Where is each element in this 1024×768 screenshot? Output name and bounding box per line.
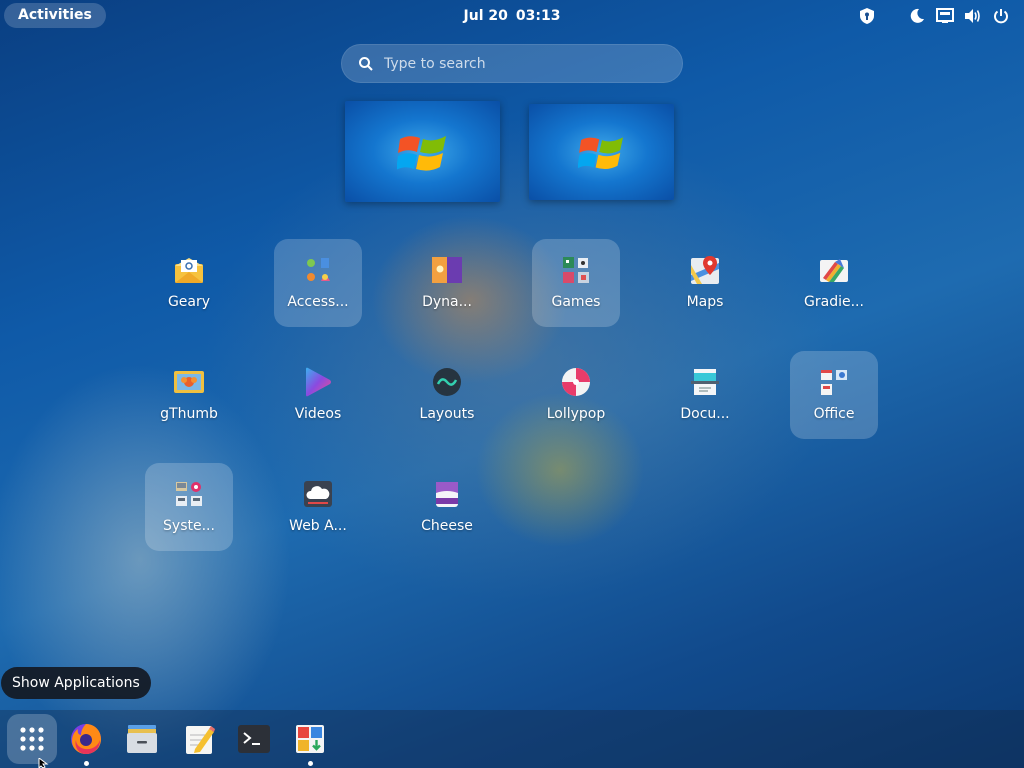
videos-icon [302,366,334,398]
text-editor-icon [186,726,215,754]
app-label: Videos [294,406,342,422]
dynamic-wallpaper-icon [431,254,463,286]
web-apps-icon [302,478,334,510]
files-icon [127,725,157,753]
dock-files[interactable] [117,714,167,764]
show-applications-button[interactable] [7,714,57,764]
workspace-thumbnail-1[interactable] [345,101,500,202]
running-indicator [307,761,313,766]
geary-icon [173,254,205,286]
app-label: Geary [167,294,211,310]
document-scanner-icon [689,366,721,398]
app-label: Cheese [421,518,473,534]
app-dynamic-wallpaper[interactable]: Dyna... [403,239,491,327]
folder-accessories[interactable]: Access... [274,239,362,327]
app-label: Web A... [289,518,347,534]
maps-icon [689,254,721,286]
app-geary[interactable]: Geary [145,239,233,327]
app-gthumb[interactable]: gThumb [145,351,233,439]
folder-office[interactable]: Office [790,351,878,439]
clock-time: 03:13 [515,8,561,24]
search-icon [359,57,373,71]
gthumb-icon [173,366,205,398]
app-web-apps[interactable]: Web A... [274,463,362,551]
dock-text-editor[interactable] [175,714,225,764]
folder-games[interactable]: Games [532,239,620,327]
firefox-icon [71,724,101,754]
app-gradience[interactable]: Gradie... [790,239,878,327]
workspace-thumbnail-2[interactable] [529,104,674,200]
app-label: Gradie... [804,294,864,310]
network-icon[interactable] [936,7,954,25]
search-input[interactable] [384,45,664,82]
app-label: Layouts [419,406,475,422]
folder-system[interactable]: Syste... [145,463,233,551]
running-indicator [83,761,89,766]
top-bar: Activities Jul 20 03:13 [0,0,1024,32]
lollypop-icon [560,366,592,398]
dock [0,710,1024,768]
clock-date: Jul 20 [463,8,508,24]
terminal-icon [238,725,270,753]
office-folder-icon [818,366,850,398]
accessories-folder-icon [302,254,334,286]
app-grid-icon [20,727,44,751]
app-label: Maps [686,294,724,310]
app-videos[interactable]: Videos [274,351,362,439]
privacy-indicator-icon[interactable] [858,7,876,25]
app-label: Dyna... [422,294,472,310]
system-tray[interactable] [848,7,1010,25]
app-label: Syste... [163,518,215,534]
app-label: Office [813,406,855,422]
games-folder-icon [560,254,592,286]
app-layouts[interactable]: Layouts [403,351,491,439]
mouse-cursor-icon [38,758,49,768]
software-icon [296,725,324,753]
show-applications-tooltip: Show Applications [1,667,151,699]
app-label: gThumb [160,406,218,422]
app-document-scanner[interactable]: Docu... [661,351,749,439]
dock-firefox[interactable] [61,714,111,766]
app-label: Lollypop [546,406,606,422]
layouts-icon [431,366,463,398]
app-lollypop[interactable]: Lollypop [532,351,620,439]
gradience-icon [818,254,850,286]
app-maps[interactable]: Maps [661,239,749,327]
app-label: Docu... [680,406,730,422]
power-icon[interactable] [992,7,1010,25]
app-label: Access... [287,294,349,310]
system-folder-icon [173,478,205,510]
night-light-icon[interactable] [908,7,926,25]
volume-icon[interactable] [964,7,982,25]
search-bar[interactable] [341,44,683,83]
app-label: Games [551,294,601,310]
cheese-icon [431,478,463,510]
app-cheese[interactable]: Cheese [403,463,491,551]
dock-terminal[interactable] [229,714,279,764]
dock-software[interactable] [285,714,335,766]
